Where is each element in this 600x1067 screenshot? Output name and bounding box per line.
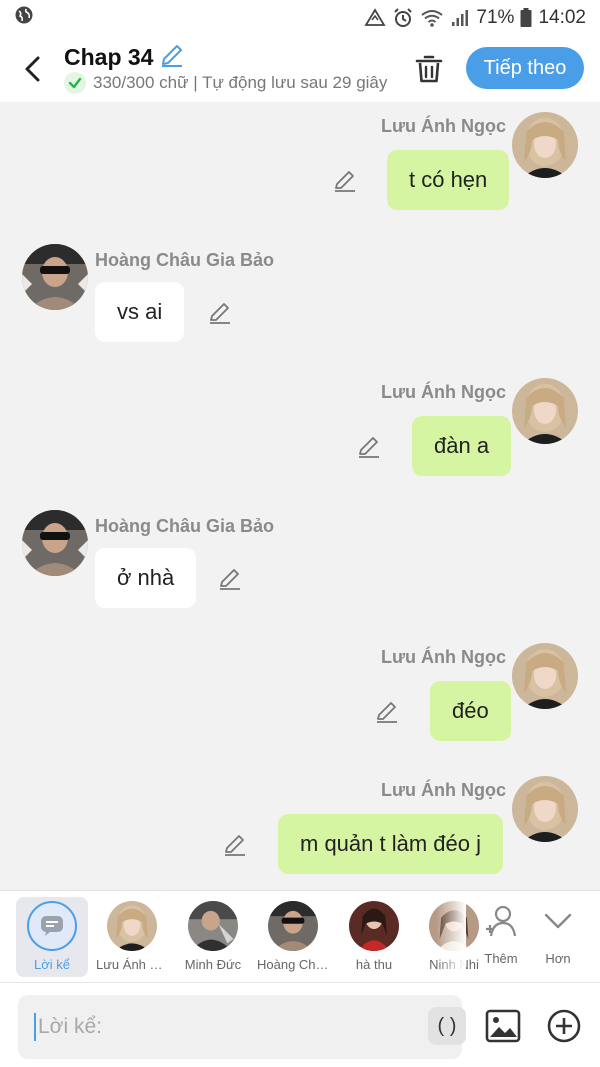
avatar bbox=[349, 901, 399, 951]
character-selector: Lời kể Lưu Ánh Ngọc Minh Đức Hoàng Châu … bbox=[0, 890, 600, 983]
message-bubble[interactable]: m quản t làm đéo j bbox=[278, 814, 503, 874]
word-count-autosave: 330/300 chữ | Tự động lưu sau 29 giây bbox=[93, 73, 388, 92]
avatar[interactable] bbox=[512, 643, 578, 709]
signal-icon bbox=[450, 8, 470, 28]
status-bar: 71% 14:02 bbox=[0, 0, 600, 36]
save-status: 330/300 chữ | Tự động lưu sau 29 giây bbox=[64, 72, 392, 94]
trash-icon bbox=[415, 55, 443, 83]
chapter-title: Chap 34 bbox=[64, 44, 154, 70]
edit-message-icon[interactable] bbox=[207, 300, 233, 326]
edit-message-icon[interactable] bbox=[222, 832, 248, 858]
avatar[interactable] bbox=[22, 510, 88, 576]
sender-name: Lưu Ánh Ngọc bbox=[380, 780, 506, 800]
character-label: hà thu bbox=[355, 957, 393, 972]
insert-image-button[interactable] bbox=[484, 1007, 522, 1045]
compose-input[interactable] bbox=[38, 1013, 398, 1041]
alarm-icon bbox=[392, 7, 414, 29]
check-icon bbox=[64, 72, 86, 94]
parenthesis-button[interactable]: ( ) bbox=[428, 1007, 466, 1045]
message-bubble[interactable]: đéo bbox=[430, 681, 511, 741]
sender-name: Lưu Ánh Ngọc bbox=[380, 382, 506, 402]
chapter-title-group: Chap 34 bbox=[64, 42, 185, 73]
vibrate-icon bbox=[364, 8, 387, 28]
next-button[interactable]: Tiếp theo bbox=[466, 47, 584, 89]
avatar bbox=[188, 901, 238, 951]
image-icon bbox=[485, 1009, 521, 1043]
narrator-icon bbox=[27, 901, 77, 951]
message-bubble[interactable]: ở nhà bbox=[95, 548, 197, 608]
sender-name: Lưu Ánh Ngọc bbox=[380, 116, 506, 136]
delete-button[interactable] bbox=[412, 50, 446, 88]
globe-icon bbox=[14, 5, 34, 31]
editor-header: Chap 34 330/300 chữ | Tự động lưu sau 29… bbox=[0, 36, 600, 102]
chevron-left-icon bbox=[25, 56, 40, 82]
sender-name: Hoàng Châu Gia Bảo bbox=[95, 250, 275, 270]
edit-message-icon[interactable] bbox=[356, 434, 382, 460]
more-label: Hơn bbox=[545, 951, 571, 966]
back-button[interactable] bbox=[18, 52, 48, 86]
avatar bbox=[107, 901, 157, 951]
sender-name: Hoàng Châu Gia Bảo bbox=[95, 516, 275, 536]
add-label: Thêm bbox=[484, 951, 518, 966]
edit-message-icon[interactable] bbox=[332, 168, 358, 194]
chat-area[interactable]: Lưu Ánh Ngọc t có hẹn Hoàng Châu Gia Bảo… bbox=[0, 102, 600, 890]
compose-box[interactable]: ( ) bbox=[18, 995, 466, 1059]
text-caret bbox=[34, 1013, 36, 1041]
avatar bbox=[268, 901, 318, 951]
character-item[interactable]: Lưu Ánh Ngọc bbox=[96, 897, 168, 977]
add-character-button[interactable]: Thêm bbox=[475, 897, 527, 977]
character-item[interactable]: Hoàng Châu Gia Bảo bbox=[257, 897, 329, 977]
message-bubble[interactable]: t có hẹn bbox=[387, 150, 510, 210]
edit-message-icon[interactable] bbox=[374, 699, 400, 725]
character-label: Lưu Ánh Ngọc bbox=[96, 957, 168, 972]
character-narrator[interactable]: Lời kể bbox=[16, 897, 88, 977]
character-label: Lời kể bbox=[34, 957, 70, 972]
character-item[interactable]: hà thu bbox=[338, 897, 410, 977]
edit-message-icon[interactable] bbox=[217, 566, 243, 592]
compose-bar: ( ) bbox=[0, 982, 600, 1067]
message-bubble[interactable]: đàn a bbox=[412, 416, 512, 476]
avatar[interactable] bbox=[512, 378, 578, 444]
edit-title-icon[interactable] bbox=[159, 42, 185, 73]
scroll-fade bbox=[436, 891, 466, 983]
more-button[interactable]: Hơn bbox=[532, 897, 584, 977]
sender-name: Lưu Ánh Ngọc bbox=[380, 647, 506, 667]
avatar[interactable] bbox=[512, 776, 578, 842]
avatar[interactable] bbox=[22, 244, 88, 310]
character-label: Hoàng Châu Gia Bảo bbox=[257, 957, 329, 972]
plus-circle-icon bbox=[547, 1009, 581, 1043]
character-label: Minh Đức bbox=[184, 957, 242, 972]
add-user-icon bbox=[483, 903, 519, 939]
wifi-icon bbox=[420, 8, 444, 28]
add-more-button[interactable] bbox=[545, 1007, 583, 1045]
battery-percent: 71% bbox=[476, 7, 515, 28]
avatar[interactable] bbox=[512, 112, 578, 178]
battery-icon bbox=[520, 8, 532, 28]
clock-time: 14:02 bbox=[538, 7, 586, 28]
character-item[interactable]: Minh Đức bbox=[177, 897, 249, 977]
chevron-down-icon bbox=[540, 903, 576, 939]
message-bubble[interactable]: vs ai bbox=[95, 282, 185, 342]
